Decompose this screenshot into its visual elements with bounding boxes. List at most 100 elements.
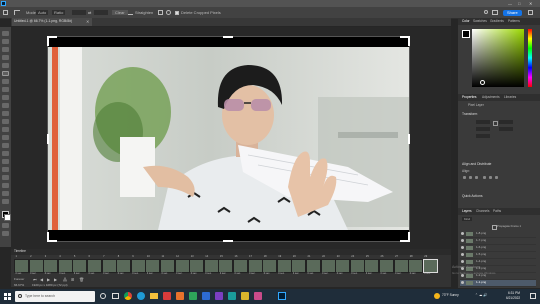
timeline-frame[interactable]: 7 0 sec. xyxy=(101,255,117,275)
close-window-button[interactable]: ✕ xyxy=(529,1,532,6)
explorer-taskbar-icon[interactable] xyxy=(150,293,158,299)
layers-filter-select[interactable]: Kind xyxy=(462,217,473,221)
crop-handle-bottom-right[interactable] xyxy=(400,232,410,242)
align-bottom-icon[interactable] xyxy=(495,176,498,179)
timeline-frame[interactable]: 13 0 sec. xyxy=(189,255,205,275)
align-section-title[interactable]: Align and Distribute xyxy=(462,162,491,166)
hue-slider[interactable] xyxy=(528,29,532,87)
fg-bg-color-icon[interactable] xyxy=(462,30,470,38)
timeline-frame[interactable]: 4 0 sec. xyxy=(57,255,73,275)
dodge-tool-icon[interactable] xyxy=(2,151,9,156)
clock-time[interactable]: 6:31 PM xyxy=(508,291,520,295)
y-field[interactable] xyxy=(499,127,513,131)
layer-row[interactable]: 1-5.png xyxy=(460,252,536,259)
previous-frame-icon[interactable]: ◀ xyxy=(40,278,43,282)
tab-paths[interactable]: Paths xyxy=(493,209,501,213)
color-picker-field[interactable] xyxy=(472,29,524,87)
frame-delay[interactable]: 0 sec. xyxy=(235,272,241,275)
frame-delay[interactable]: 0 sec. xyxy=(410,272,416,275)
play-icon[interactable]: ▶ xyxy=(47,278,50,282)
frame-delay[interactable]: 0 sec. xyxy=(249,272,255,275)
frame-delay[interactable]: 0 sec. xyxy=(293,272,299,275)
frame-delay[interactable]: 0 sec. xyxy=(381,272,387,275)
align-top-icon[interactable] xyxy=(483,176,486,179)
frame-delay[interactable]: 0 sec. xyxy=(30,272,36,275)
path-select-tool-icon[interactable] xyxy=(2,175,9,180)
photoshop-logo-icon[interactable] xyxy=(1,1,6,6)
tab-layers[interactable]: Layers xyxy=(462,209,472,213)
ratio-select[interactable]: Ratio xyxy=(52,10,66,15)
maximize-button[interactable]: □ xyxy=(518,1,520,6)
visibility-eye-icon[interactable] xyxy=(461,246,464,249)
link-icon[interactable] xyxy=(493,121,498,126)
timeline-frame[interactable]: 5 0 sec. xyxy=(72,255,88,275)
clock-date[interactable]: 6/21/2022 xyxy=(506,296,520,300)
cortana-icon[interactable] xyxy=(100,293,106,299)
zoom-tool-icon[interactable] xyxy=(2,199,9,204)
chrome-taskbar-icon[interactable] xyxy=(124,292,132,300)
crop-handle-bottom-left[interactable] xyxy=(47,232,57,242)
x-field[interactable] xyxy=(476,127,490,131)
screen-mode-icon[interactable] xyxy=(2,231,9,236)
tab-color[interactable]: Color xyxy=(462,19,470,23)
app-taskbar-icon-green[interactable] xyxy=(189,292,197,300)
document-tab[interactable]: Untitled-1 @ 66.7% (1-1.png, RGB/8#) ✕ xyxy=(12,18,92,26)
timeline-frame[interactable]: 22 0 sec. xyxy=(320,255,336,275)
frame-delay[interactable]: 0 sec. xyxy=(205,272,211,275)
eraser-tool-icon[interactable] xyxy=(2,127,9,132)
frame-delay[interactable]: 0 sec. xyxy=(322,272,328,275)
frame-delay[interactable]: 0 sec. xyxy=(191,272,197,275)
align-middle-icon[interactable] xyxy=(489,176,492,179)
frame-delay[interactable]: 0 sec. xyxy=(337,272,343,275)
loop-select[interactable]: Forever xyxy=(14,278,24,281)
zoom-level[interactable]: 66.67% xyxy=(14,284,24,287)
timeline-frame[interactable]: 16 0 sec. xyxy=(233,255,248,275)
timeline-frame[interactable]: 19 0 sec. xyxy=(276,255,292,275)
angle-field[interactable] xyxy=(476,134,490,138)
frame-delay[interactable]: 0 sec. xyxy=(103,272,109,275)
timeline-frame[interactable]: 23 0 sec. xyxy=(335,255,351,275)
pen-tool-icon[interactable] xyxy=(2,159,9,164)
brush-tool-icon[interactable] xyxy=(2,103,9,108)
frame-delay[interactable]: 0 sec. xyxy=(162,272,168,275)
crop-handle-bottom[interactable] xyxy=(223,240,233,242)
weather-icon[interactable] xyxy=(434,293,440,299)
transform-section-title[interactable]: Transform xyxy=(462,112,477,116)
blur-tool-icon[interactable] xyxy=(2,143,9,148)
swap-icon[interactable]: ⇄ xyxy=(88,10,91,15)
minimize-button[interactable]: — xyxy=(508,1,512,6)
frame-delay[interactable]: 0 sec. xyxy=(395,272,401,275)
app-taskbar-icon-teal[interactable] xyxy=(228,292,236,300)
visibility-eye-icon[interactable] xyxy=(461,281,464,284)
timeline-frame[interactable]: 3 0 sec. xyxy=(43,255,59,275)
marquee-tool-icon[interactable] xyxy=(2,47,9,52)
width-field[interactable] xyxy=(476,120,490,124)
tab-patterns[interactable]: Patterns xyxy=(508,19,520,23)
frame-delay[interactable]: 0 sec. xyxy=(308,272,314,275)
timeline-frame[interactable]: 20 0 sec. xyxy=(291,255,307,275)
frame-delay[interactable]: 0 sec. xyxy=(351,272,357,275)
crop-tool-icon[interactable] xyxy=(14,10,20,15)
height-field[interactable] xyxy=(499,120,513,124)
visibility-eye-icon[interactable] xyxy=(461,253,464,256)
align-left-icon[interactable] xyxy=(463,176,466,179)
visibility-eye-icon[interactable] xyxy=(461,239,464,242)
frame-delay[interactable]: 0 sec. xyxy=(366,272,372,275)
timeline-frame[interactable]: 15 0 sec. xyxy=(218,255,234,275)
app-taskbar-icon-blue[interactable] xyxy=(202,292,210,300)
timeline-frame[interactable]: 21 0 sec. xyxy=(306,255,321,275)
ratio-width-input[interactable] xyxy=(72,10,86,15)
timeline-frame[interactable]: 27 0 sec. xyxy=(393,255,409,275)
timeline-frame[interactable]: 10 0 sec. xyxy=(145,255,161,275)
frame-delay[interactable]: 0 sec. xyxy=(147,272,153,275)
document-canvas[interactable] xyxy=(47,36,410,242)
expand-panels-icon[interactable] xyxy=(528,10,533,15)
timeline-frame[interactable]: 6 0 sec. xyxy=(87,255,102,275)
quick-select-tool-icon[interactable] xyxy=(2,63,9,68)
delete-cropped-checkbox[interactable] xyxy=(175,10,179,15)
timeline-frame[interactable]: 18 0 sec. xyxy=(262,255,278,275)
frame-delay[interactable]: 0 sec. xyxy=(118,272,124,275)
settings-gear-icon[interactable] xyxy=(166,10,171,15)
home-icon[interactable] xyxy=(3,10,8,15)
tab-swatches[interactable]: Swatches xyxy=(473,19,487,23)
